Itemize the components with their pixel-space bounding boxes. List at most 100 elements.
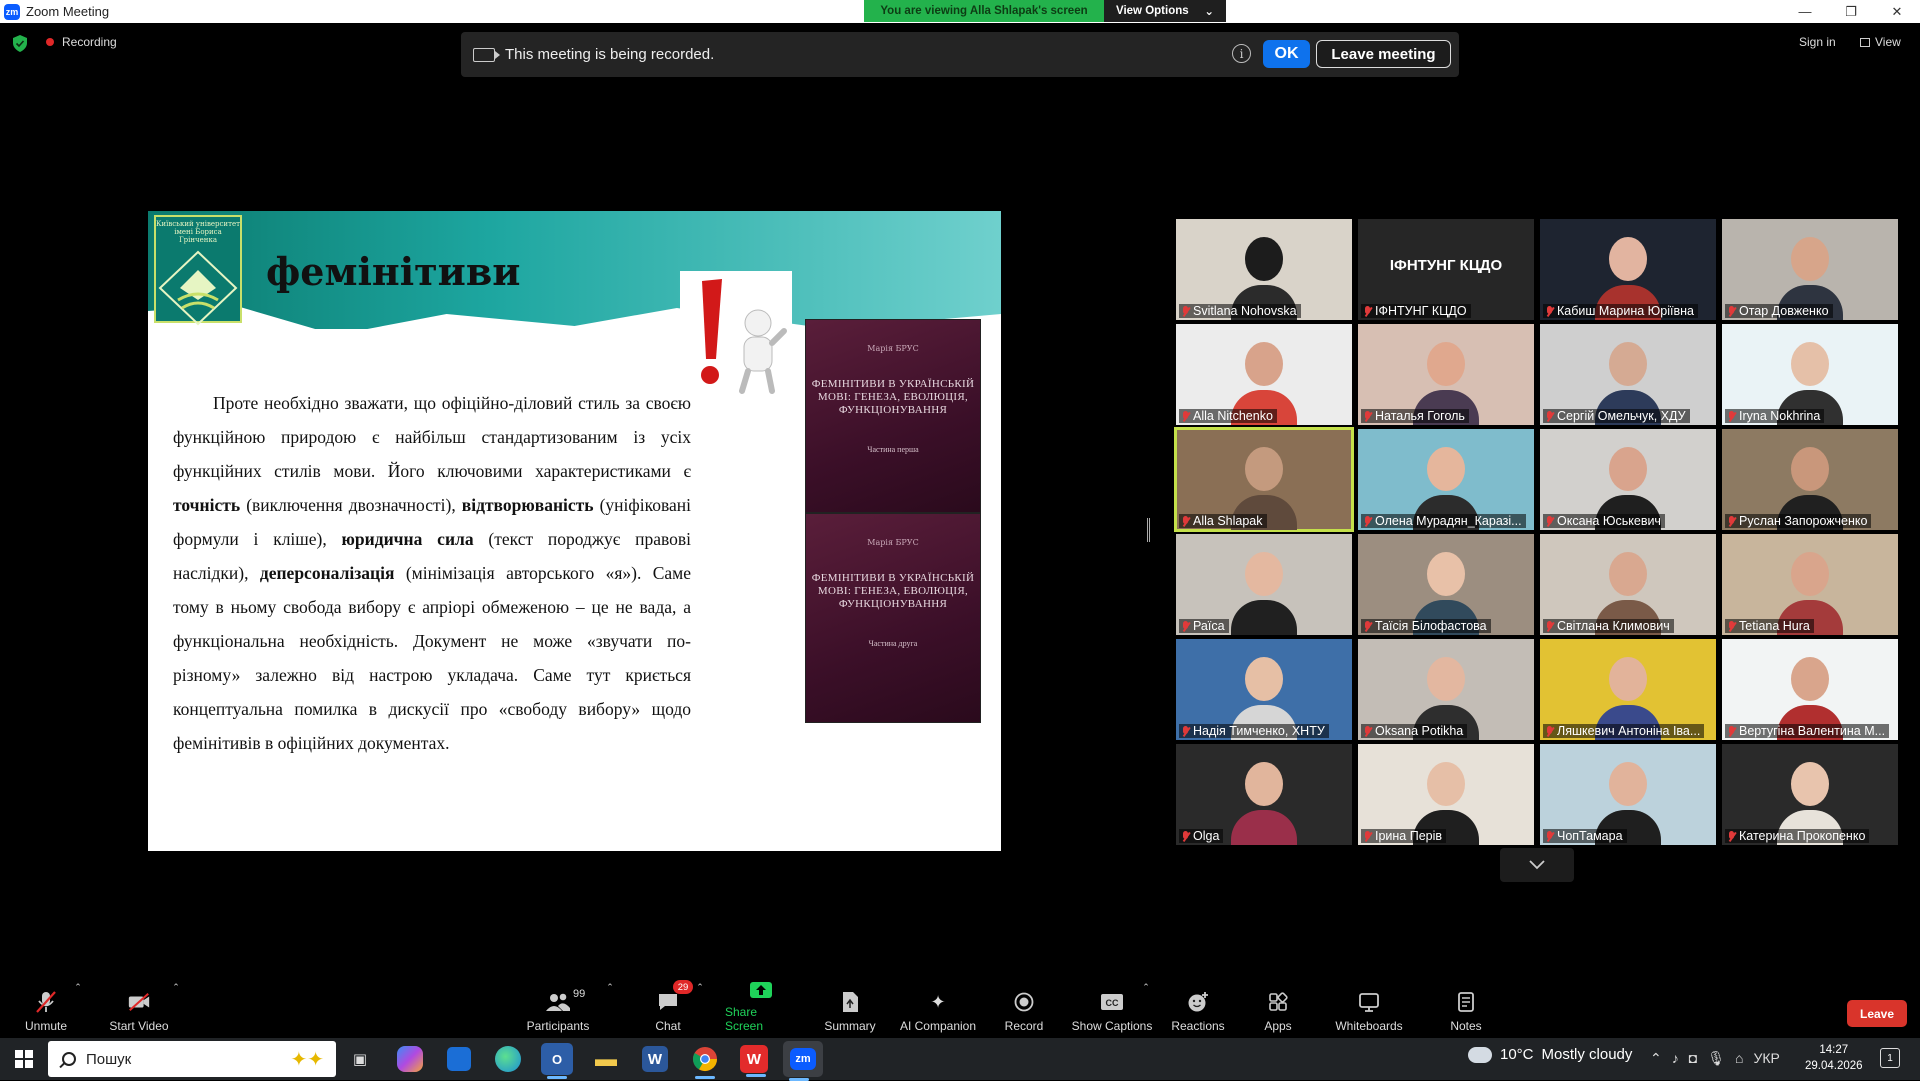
participant-tile[interactable]: Олена Мурадян_Каразі... (1358, 429, 1534, 530)
gallery-next-page-button[interactable] (1500, 848, 1574, 882)
participant-name-label: ЧопТамара (1557, 829, 1623, 843)
camera-tray-icon[interactable]: ◘ (1689, 1050, 1697, 1067)
chat-bubble-icon: 29 (656, 980, 693, 1014)
windows-start-button[interactable] (0, 1038, 48, 1080)
notifications-icon[interactable]: 1 (1880, 1048, 1900, 1068)
ok-button[interactable]: OK (1263, 40, 1310, 68)
record-icon (1012, 990, 1036, 1014)
participant-tile[interactable]: Світлана Климович (1540, 534, 1716, 635)
participant-tile[interactable]: Наталья Гоголь (1358, 324, 1534, 425)
participants-button[interactable]: 99 Participants (522, 980, 594, 1037)
sign-in-link[interactable]: Sign in (1799, 35, 1836, 49)
tray-overflow-icon[interactable]: ⌃ (1650, 1050, 1662, 1067)
audio-options-caret[interactable]: ⌃ (72, 980, 84, 1037)
participant-tile[interactable]: ІФНТУНГ КЦДО ІФНТУНГ КЦДО (1358, 219, 1534, 320)
network-icon[interactable]: ⌂ (1735, 1050, 1743, 1067)
participant-name: Таїсія Білофастова (1361, 619, 1491, 633)
participant-tile[interactable]: Надія Тимченко, ХНТУ (1176, 639, 1352, 740)
security-shield-icon[interactable] (12, 35, 28, 52)
minimize-button[interactable]: — (1782, 0, 1828, 23)
weather-temperature: 10°C (1500, 1046, 1534, 1063)
participant-tile[interactable]: Вертугіна Валентина М... (1722, 639, 1898, 740)
reactions-label: Reactions (1171, 1019, 1225, 1033)
volume-icon[interactable]: ♪ (1672, 1050, 1679, 1067)
language-indicator[interactable]: УКР (1753, 1050, 1779, 1067)
start-video-button[interactable]: Start Video (106, 980, 172, 1037)
participant-tile[interactable]: Таїсія Білофастова (1358, 534, 1534, 635)
participant-name: Olga (1179, 829, 1224, 843)
participant-name-label: Світлана Климович (1557, 619, 1670, 633)
leave-meeting-button[interactable]: Leave meeting (1316, 40, 1451, 68)
chat-options-caret[interactable]: ⌃ (694, 980, 706, 1037)
recording-dot-icon (46, 38, 54, 46)
chrome-icon[interactable] (689, 1043, 721, 1079)
outlook-icon[interactable]: O (541, 1043, 573, 1079)
participant-tile[interactable]: Alla Nitchenko (1176, 324, 1352, 425)
participant-tile[interactable]: Катерина Прокопенко (1722, 744, 1898, 845)
microphone-muted-icon (1545, 830, 1554, 842)
participant-tile[interactable]: Сергій Омельчук, ХДУ (1540, 324, 1716, 425)
reactions-button[interactable]: Reactions (1170, 980, 1226, 1037)
participant-tile[interactable]: Руслан Запорожченко (1722, 429, 1898, 530)
video-options-caret[interactable]: ⌃ (170, 980, 182, 1037)
weather-widget[interactable]: 10°C Mostly cloudy (1468, 1040, 1632, 1063)
view-label: View (1875, 35, 1901, 49)
task-view-icon[interactable]: ▣ (344, 1043, 376, 1075)
leave-button[interactable]: Leave (1847, 1000, 1907, 1027)
wps-office-icon[interactable]: W (740, 1045, 768, 1077)
taskbar-clock[interactable]: 14:27 29.04.2026 (1805, 1042, 1863, 1074)
participant-name-label: Надія Тимченко, ХНТУ (1193, 724, 1325, 738)
participant-tile[interactable]: Ірина Перів (1358, 744, 1534, 845)
ai-companion-button[interactable]: ✦ AI Companion (896, 980, 980, 1037)
notes-button[interactable]: Notes (1448, 980, 1484, 1037)
participant-tile[interactable]: Ляшкевич Антоніна Іва... (1540, 639, 1716, 740)
participant-tile[interactable]: Кабиш Марина Юріївна (1540, 219, 1716, 320)
participants-options-caret[interactable]: ⌃ (604, 980, 616, 1037)
panel-resize-handle[interactable] (1147, 518, 1150, 542)
close-window-button[interactable]: ✕ (1874, 0, 1920, 23)
participant-name-label: Таїсія Білофастова (1375, 619, 1487, 633)
participant-tile[interactable]: Alla Shlapak (1174, 427, 1354, 532)
file-explorer-icon[interactable]: ▬ (590, 1043, 622, 1075)
copilot-app-icon[interactable] (397, 1046, 423, 1072)
participant-tile[interactable]: Отар Довженко (1722, 219, 1898, 320)
participant-name: ЧопТамара (1543, 829, 1627, 843)
view-button[interactable]: View (1860, 35, 1901, 49)
microsoft-store-icon[interactable] (447, 1047, 471, 1071)
microphone-tray-icon[interactable]: 🎙 (1707, 1050, 1725, 1067)
cloud-icon (1468, 1040, 1492, 1063)
participant-tile[interactable]: Раїса (1176, 534, 1352, 635)
recording-indicator[interactable]: Recording (46, 35, 117, 49)
whiteboards-button[interactable]: Whiteboards (1334, 980, 1404, 1037)
maximize-button[interactable]: ❐ (1828, 0, 1874, 23)
participant-tile[interactable]: Tetiana Hura (1722, 534, 1898, 635)
participant-tile[interactable]: Iryna Nokhrina (1722, 324, 1898, 425)
unmute-button[interactable]: Unmute (22, 980, 70, 1037)
participant-tile[interactable]: Olga (1176, 744, 1352, 845)
taskbar-search-box[interactable]: Пошук ✦✦ (48, 1041, 336, 1077)
share-screen-button[interactable]: Share Screen (725, 980, 797, 1037)
participant-tile[interactable]: Svitlana Nohovska (1176, 219, 1352, 320)
microphone-muted-icon (1545, 620, 1554, 632)
participant-tile[interactable]: Oksana Potikha (1358, 639, 1534, 740)
info-icon[interactable]: i (1232, 44, 1251, 63)
meeting-toolbar: Unmute ⌃ Start Video ⌃ 99 Participants ⌃… (0, 980, 1920, 1037)
summary-button[interactable]: Summary (820, 980, 880, 1037)
microphone-muted-icon (1727, 410, 1736, 422)
system-tray: ⌃ ♪ ◘ 🎙 ⌂ УКР (1650, 1050, 1780, 1067)
clock-date: 29.04.2026 (1805, 1060, 1863, 1072)
record-button[interactable]: Record (1000, 980, 1048, 1037)
participant-tile[interactable]: ЧопТамара (1540, 744, 1716, 845)
participant-tile[interactable]: Оксана Юськевич (1540, 429, 1716, 530)
zoom-taskbar-icon[interactable]: zm (783, 1041, 823, 1081)
view-options-button[interactable]: View Options ⌄ (1104, 0, 1226, 22)
chat-button[interactable]: 29 Chat (652, 980, 693, 1037)
word-icon[interactable]: W (642, 1046, 668, 1072)
participant-name: Ірина Перів (1361, 829, 1447, 843)
edge-browser-icon[interactable] (495, 1046, 521, 1072)
participant-name: Раїса (1179, 619, 1229, 633)
captions-options-caret[interactable]: ⌃ (1140, 980, 1152, 1037)
apps-button[interactable]: Apps (1262, 980, 1294, 1037)
chevron-down-icon: ⌄ (1204, 6, 1214, 18)
participant-name: Вертугіна Валентина М... (1725, 724, 1890, 738)
